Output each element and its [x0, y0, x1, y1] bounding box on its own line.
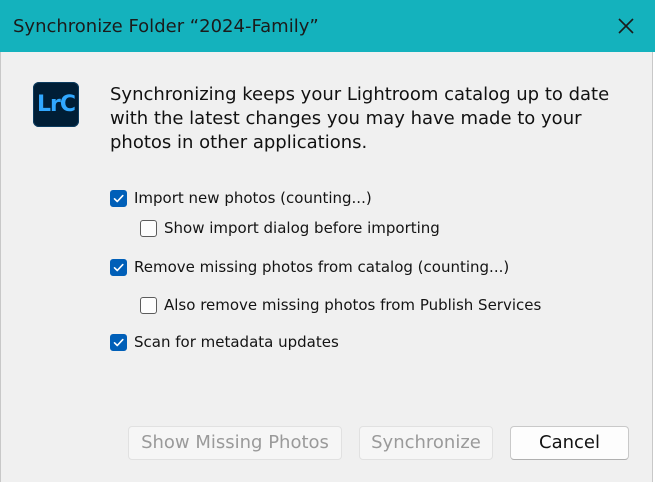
checkbox-unchecked-icon[interactable] [140, 296, 157, 314]
import-new-photos-label: Import new photos (counting...) [134, 189, 372, 207]
remove-missing-photos-checkbox[interactable]: Remove missing photos from catalog (coun… [110, 256, 509, 278]
dialog-title: Synchronize Folder “2024-Family” [13, 16, 319, 37]
cancel-button[interactable]: Cancel [510, 426, 629, 460]
message-line-3: photos in other applications. [110, 132, 368, 153]
show-missing-photos-button[interactable]: Show Missing Photos [128, 426, 342, 460]
sync-description: Synchronizing keeps your Lightroom catal… [110, 83, 630, 155]
checkbox-checked-icon[interactable] [110, 189, 127, 207]
lightroom-classic-app-icon: LrC [33, 82, 79, 127]
close-button[interactable] [613, 13, 639, 39]
import-new-photos-checkbox[interactable]: Import new photos (counting...) [110, 187, 372, 209]
show-import-dialog-checkbox[interactable]: Show import dialog before importing [140, 217, 440, 239]
message-line-2: with the latest changes you may have mad… [110, 108, 582, 129]
show-import-dialog-label: Show import dialog before importing [164, 219, 440, 237]
remove-from-publish-services-checkbox[interactable]: Also remove missing photos from Publish … [140, 294, 541, 316]
message-line-1: Synchronizing keeps your Lightroom catal… [110, 84, 610, 105]
close-icon [618, 18, 634, 34]
remove-from-publish-services-label: Also remove missing photos from Publish … [164, 296, 542, 314]
synchronize-button[interactable]: Synchronize [359, 426, 493, 460]
remove-missing-photos-label: Remove missing photos from catalog (coun… [134, 258, 510, 276]
scan-metadata-updates-checkbox[interactable]: Scan for metadata updates [110, 331, 339, 353]
dialog-body: LrC Synchronizing keeps your Lightroom c… [0, 52, 653, 482]
app-icon-label: LrC [36, 92, 76, 117]
checkbox-unchecked-icon[interactable] [140, 219, 157, 237]
checkbox-checked-icon[interactable] [110, 258, 127, 276]
title-bar: Synchronize Folder “2024-Family” [0, 0, 655, 52]
scan-metadata-updates-label: Scan for metadata updates [134, 333, 339, 351]
checkbox-checked-icon[interactable] [110, 333, 127, 351]
